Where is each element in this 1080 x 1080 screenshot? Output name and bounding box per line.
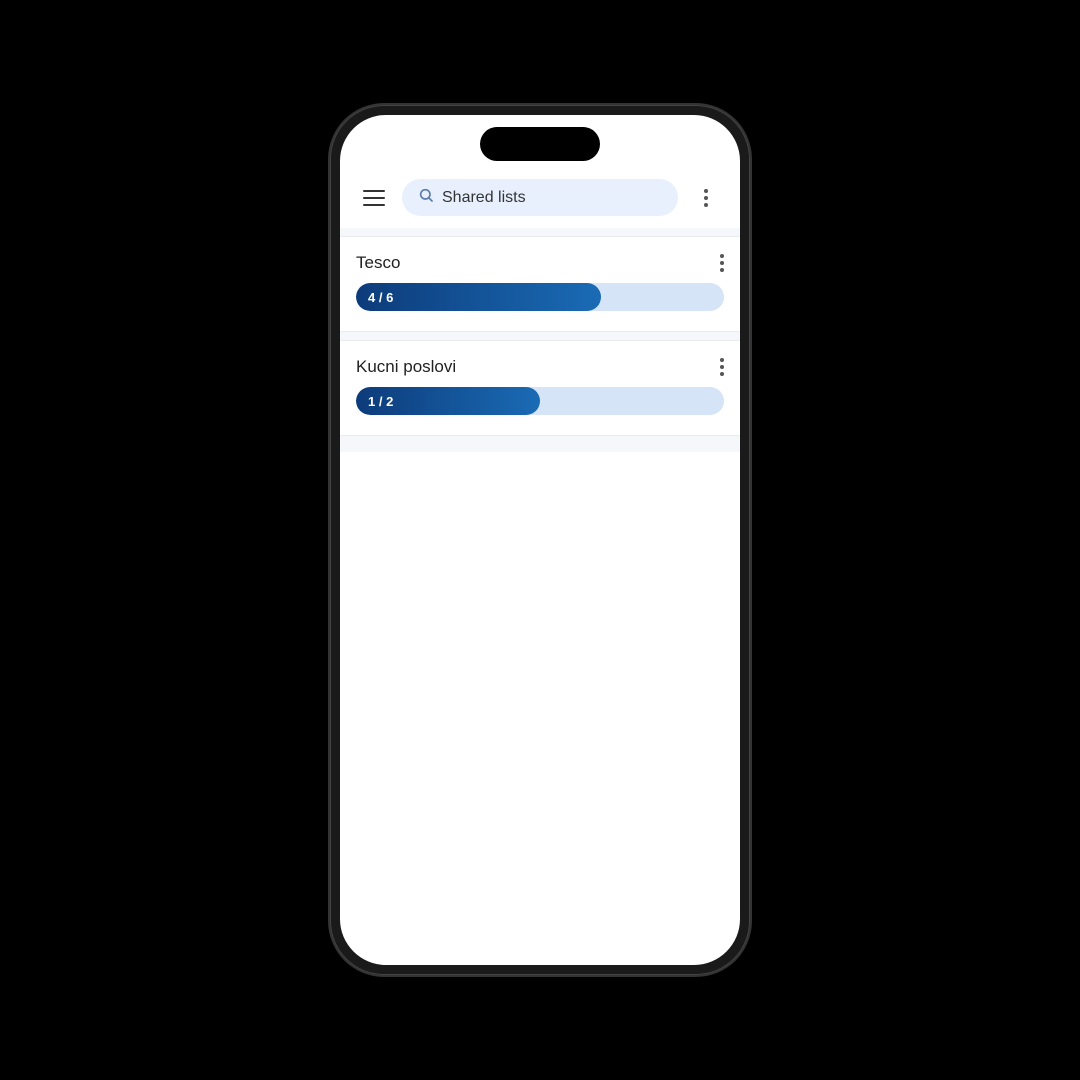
screen-rest: [340, 452, 740, 852]
phone-frame: Shared lists Tesco: [330, 105, 750, 975]
list-more-button-tesco[interactable]: [720, 254, 724, 272]
list-more-button-kucni[interactable]: [720, 358, 724, 376]
search-bar[interactable]: Shared lists: [402, 179, 678, 216]
progress-bar-tesco: 4 / 6: [356, 283, 724, 311]
progress-fill-kucni: 1 / 2: [356, 387, 540, 415]
list-card-kucni-poslovi[interactable]: Kucni poslovi 1 / 2: [340, 340, 740, 436]
progress-label-tesco: 4 / 6: [368, 290, 393, 305]
list-card-tesco[interactable]: Tesco 4 / 6: [340, 236, 740, 332]
progress-fill-tesco: 4 / 6: [356, 283, 601, 311]
progress-label-kucni: 1 / 2: [368, 394, 393, 409]
search-placeholder-text: Shared lists: [442, 189, 526, 207]
header: Shared lists: [340, 171, 740, 228]
list-card-header: Tesco: [356, 253, 724, 273]
hamburger-line-2: [363, 197, 385, 199]
hamburger-button[interactable]: [356, 180, 392, 216]
header-more-button[interactable]: [688, 180, 724, 216]
list-name-kucni: Kucni poslovi: [356, 357, 456, 377]
content-area: Tesco 4 / 6 Kucni poslovi: [340, 228, 740, 452]
hamburger-line-1: [363, 190, 385, 192]
three-dots-icon: [704, 189, 708, 207]
progress-bar-kucni: 1 / 2: [356, 387, 724, 415]
search-icon: [418, 187, 434, 208]
hamburger-line-3: [363, 204, 385, 206]
list-name-tesco: Tesco: [356, 253, 400, 273]
dynamic-island: [480, 127, 600, 161]
list-card-header-kucni: Kucni poslovi: [356, 357, 724, 377]
phone-screen: Shared lists Tesco: [340, 115, 740, 965]
